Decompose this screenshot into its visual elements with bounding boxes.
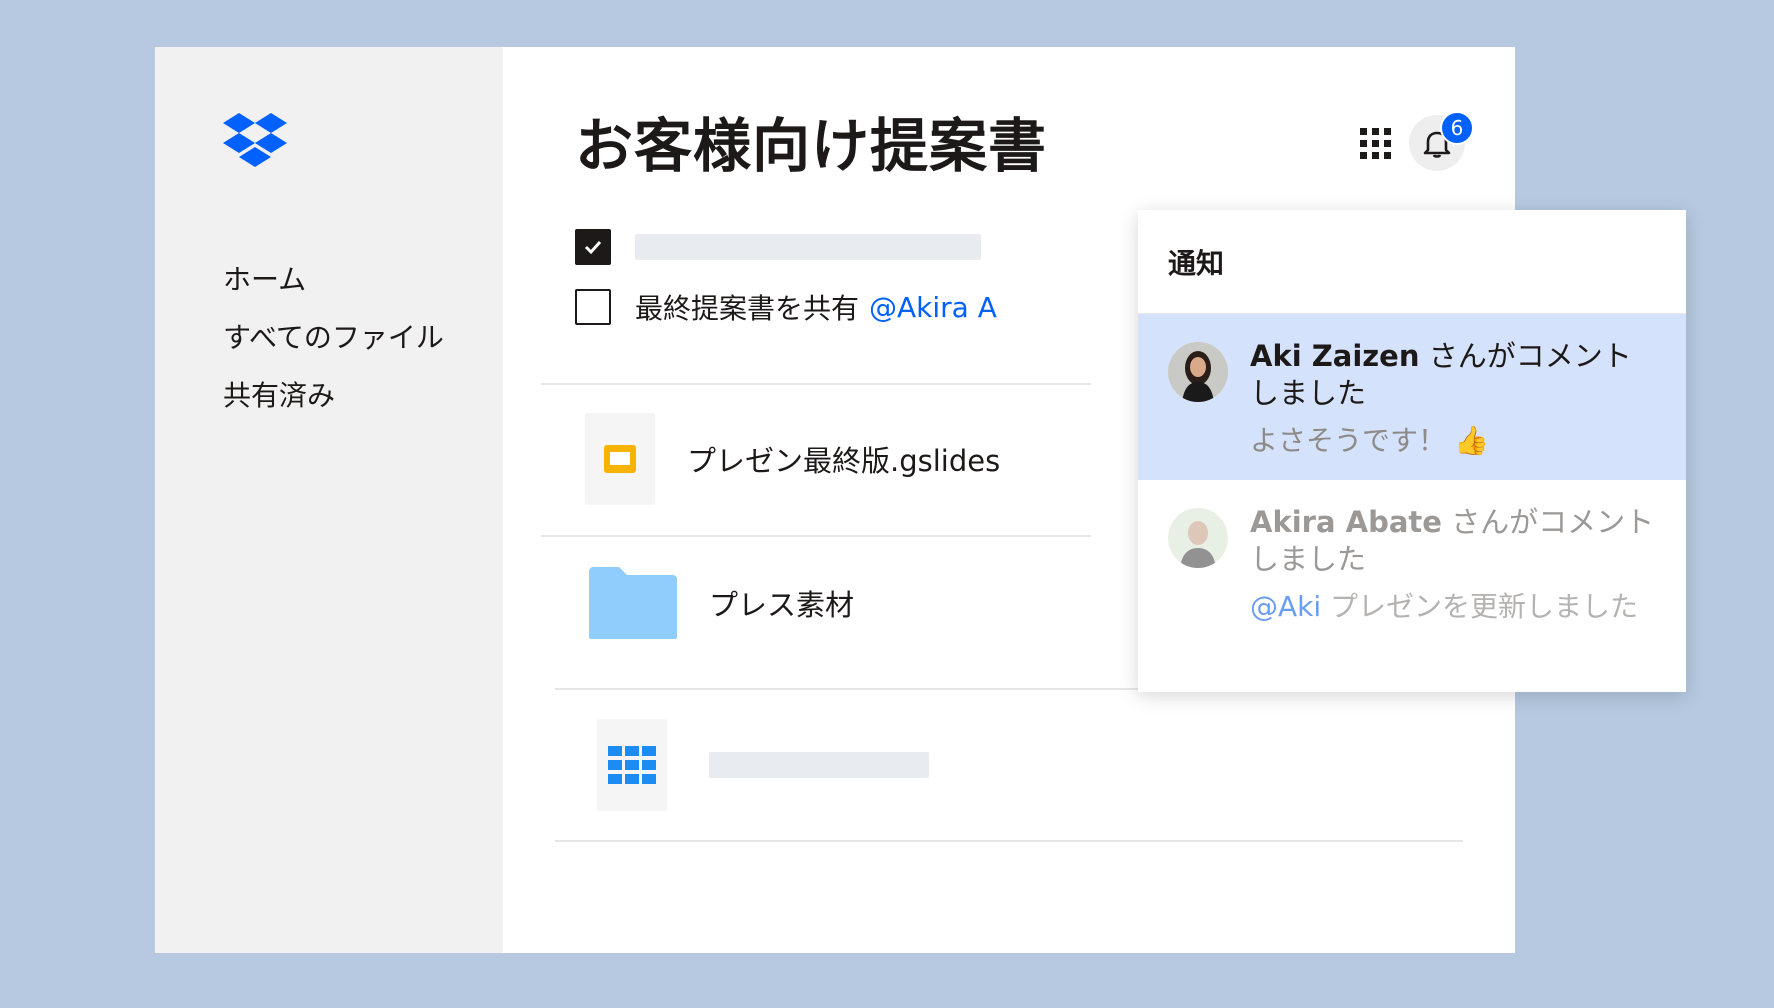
task-checkbox-checked[interactable] [575, 229, 611, 265]
notification-count-badge: 6 [1440, 111, 1474, 145]
page-title: お客様向け提案書 [575, 112, 1048, 180]
avatar [1168, 342, 1228, 402]
file-name: プレス素材 [709, 588, 855, 622]
comment-text: よさそうです！ [1250, 424, 1447, 457]
task-row: 最終提案書を共有 @Akira A [575, 287, 997, 327]
sidebar-item-home[interactable]: ホーム [223, 251, 444, 309]
divider [541, 535, 1091, 537]
task-checkbox-unchecked[interactable] [575, 289, 611, 325]
notification-item[interactable]: Aki Zaizen さんがコメントしました よさそうです！ 👍 [1138, 314, 1686, 480]
dropbox-logo-icon[interactable] [223, 113, 287, 167]
sidebar-nav: ホーム すべてのファイル 共有済み [223, 251, 444, 425]
notification-message: よさそうです！ 👍 [1250, 420, 1656, 462]
notification-message: @Aki プレゼンを更新しました [1250, 586, 1656, 628]
avatar [1168, 508, 1228, 568]
task-placeholder-text [635, 234, 981, 260]
file-thumbnail [585, 413, 655, 505]
file-row-slides[interactable]: プレゼン最終版.gslides [585, 413, 1000, 505]
spreadsheet-icon [608, 746, 656, 784]
thumbs-up-icon: 👍 [1454, 424, 1489, 457]
file-row-spreadsheet[interactable] [597, 719, 929, 811]
file-name-placeholder [709, 752, 929, 778]
sidebar-item-all-files[interactable]: すべてのファイル [223, 309, 444, 367]
file-thumbnail [597, 719, 667, 811]
notification-item[interactable]: Akira Abate さんがコメントしました @Aki プレゼンを更新しました [1138, 480, 1686, 692]
file-row-folder[interactable]: プレス素材 [589, 567, 854, 639]
folder-icon [589, 567, 677, 639]
notifications-panel: 通知 Aki Zaizen さんがコメントしました よさそうです！ 👍 Akira… [1138, 210, 1686, 692]
task-row [575, 229, 981, 265]
notification-text: Aki Zaizen さんがコメントしました [1250, 338, 1656, 412]
divider [555, 840, 1463, 842]
sidebar: ホーム すべてのファイル 共有済み [155, 47, 503, 953]
commenter-name: Akira Abate [1250, 505, 1442, 539]
file-name: プレゼン最終版.gslides [687, 444, 1001, 478]
sidebar-item-shared[interactable]: 共有済み [223, 367, 444, 425]
commenter-name: Aki Zaizen [1250, 339, 1420, 373]
task-label: 最終提案書を共有 [635, 292, 860, 325]
comment-text: プレゼンを更新しました [1321, 590, 1639, 623]
notifications-title: 通知 [1138, 210, 1686, 314]
notification-text: Akira Abate さんがコメントしました [1250, 504, 1656, 578]
divider [541, 383, 1091, 385]
task-mention-link[interactable]: @Akira A [869, 291, 997, 324]
mention-link[interactable]: @Aki [1250, 590, 1321, 623]
checkmark-icon [584, 240, 602, 255]
slides-icon [604, 445, 636, 473]
apps-grid-icon[interactable] [1358, 126, 1394, 162]
